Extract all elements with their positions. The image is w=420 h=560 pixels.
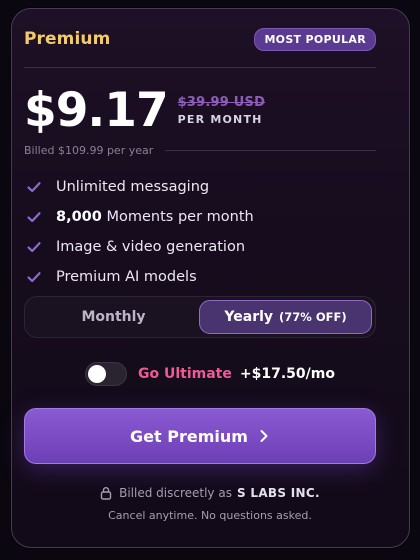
discreet-billing-note: Billed discreetly as S LABS INC. — [0, 486, 420, 500]
feature-item: Image & video generation — [26, 232, 376, 262]
card-header: Premium MOST POPULAR — [24, 27, 376, 51]
price-block: $9.17 $39.99 USD PER MONTH — [24, 80, 265, 140]
billed-annual-text: Billed $109.99 per year — [24, 144, 154, 157]
monthly-label: Monthly — [81, 309, 146, 325]
ultimate-toggle-switch[interactable] — [85, 362, 127, 386]
yearly-label: Yearly — [224, 309, 274, 325]
feature-item: Premium AI models — [26, 262, 376, 292]
feature-item: Unlimited messaging — [26, 172, 376, 202]
price-amount: $9.17 — [24, 82, 169, 138]
yearly-discount: (77% OFF) — [279, 310, 347, 324]
check-icon — [26, 179, 42, 195]
billed-divider — [165, 150, 376, 151]
check-icon — [26, 209, 42, 225]
lock-icon — [100, 486, 112, 500]
yearly-option[interactable]: Yearly (77% OFF) — [199, 300, 372, 334]
check-icon — [26, 269, 42, 285]
toggle-knob — [88, 365, 106, 383]
feature-text: Unlimited messaging — [56, 179, 210, 195]
billed-row: Billed $109.99 per year — [24, 144, 376, 157]
original-price: $39.99 USD — [177, 94, 266, 110]
monthly-option[interactable]: Monthly — [28, 300, 199, 334]
company-name: S LABS INC. — [236, 486, 320, 500]
price-period: PER MONTH — [177, 112, 263, 126]
cancel-note: Cancel anytime. No questions asked. — [108, 509, 312, 522]
ultimate-upsell: Go Ultimate +$17.50/mo — [85, 360, 335, 388]
chevron-right-icon — [258, 429, 270, 443]
most-popular-badge: MOST POPULAR — [254, 27, 376, 51]
price-side: $39.99 USD PER MONTH — [178, 95, 265, 126]
ultimate-price: +$17.50/mo — [239, 366, 335, 382]
feature-text: 8,000 Moments per month — [56, 209, 254, 225]
cta-label: Get Premium — [130, 426, 248, 446]
billing-period-toggle: Monthly Yearly (77% OFF) — [24, 296, 376, 338]
feature-text: Image & video generation — [56, 239, 246, 255]
get-premium-button[interactable]: Get Premium — [24, 408, 376, 464]
ultimate-label: Go Ultimate — [138, 366, 232, 382]
check-icon — [26, 239, 42, 255]
feature-text: Premium AI models — [56, 269, 197, 285]
header-divider — [24, 67, 376, 68]
feature-list: Unlimited messaging 8,000 Moments per mo… — [26, 172, 376, 292]
feature-item: 8,000 Moments per month — [26, 202, 376, 232]
discreet-text: Billed discreetly as — [119, 486, 232, 500]
plan-name: Premium — [24, 29, 111, 49]
